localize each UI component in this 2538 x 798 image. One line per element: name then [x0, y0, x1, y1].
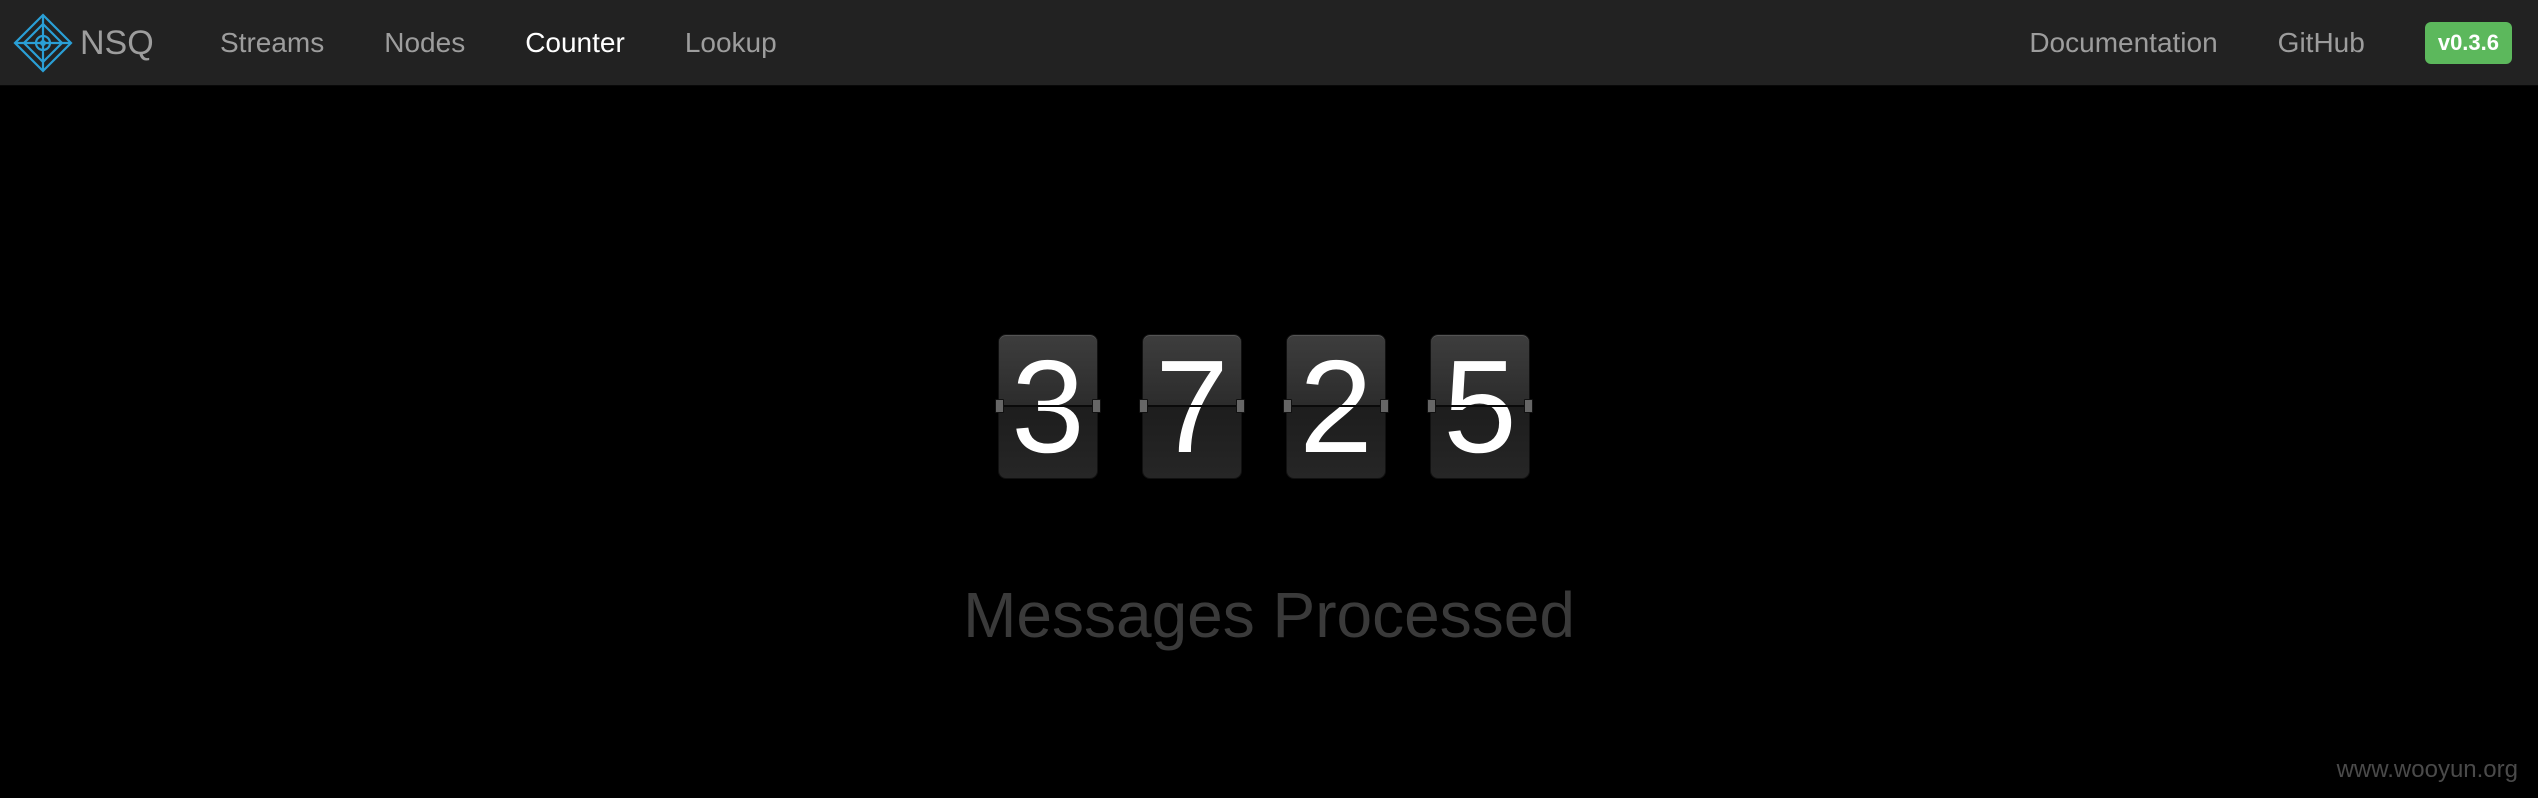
counter-digit-card: 5 [1427, 334, 1533, 479]
flip-divider [1431, 405, 1529, 407]
message-counter: 3 7 2 5 [0, 334, 2538, 479]
version-badge: v0.3.6 [2424, 22, 2512, 64]
secondary-nav: Documentation GitHub v0.3.6 [2029, 0, 2512, 86]
nav-link-streams[interactable]: Streams [220, 27, 324, 59]
flip-hinge [1236, 399, 1245, 413]
flip-hinge [1092, 399, 1101, 413]
flip-hinge [1139, 399, 1148, 413]
top-navbar: NSQ Streams Nodes Counter Lookup Documen… [0, 0, 2538, 86]
flip-divider [1143, 405, 1241, 407]
flip-divider [999, 405, 1097, 407]
counter-digit-card: 3 [995, 334, 1101, 479]
nav-link-github[interactable]: GitHub [2278, 27, 2365, 59]
primary-nav: Streams Nodes Counter Lookup [220, 0, 837, 86]
brand-link[interactable]: NSQ [12, 0, 154, 86]
counter-digit-card: 2 [1283, 334, 1389, 479]
nsq-logo-icon [13, 13, 73, 73]
nav-link-counter[interactable]: Counter [525, 27, 625, 59]
flip-hinge [1427, 399, 1436, 413]
nav-link-nodes[interactable]: Nodes [384, 27, 465, 59]
watermark-text: www.wooyun.org [2336, 756, 2518, 783]
brand-label: NSQ [80, 23, 154, 62]
nav-link-lookup[interactable]: Lookup [685, 27, 777, 59]
counter-caption: Messages Processed [963, 579, 1575, 651]
flip-divider [1287, 405, 1385, 407]
flip-hinge [1380, 399, 1389, 413]
flip-hinge [1524, 399, 1533, 413]
flip-hinge [1283, 399, 1292, 413]
counter-digit-card: 7 [1139, 334, 1245, 479]
nav-link-documentation[interactable]: Documentation [2029, 27, 2217, 59]
flip-hinge [995, 399, 1004, 413]
